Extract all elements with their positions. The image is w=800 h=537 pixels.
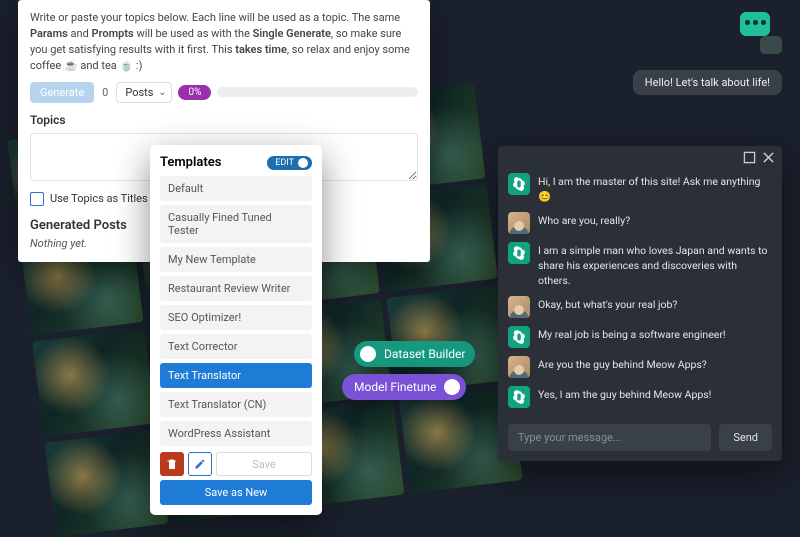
- pill-label: Model Finetune: [354, 380, 436, 394]
- templates-actions: Save: [160, 452, 312, 476]
- topics-heading: Topics: [30, 113, 418, 127]
- templates-list: Default Casually Fined Tuned Tester My New…: [160, 176, 312, 446]
- progress-bar: [217, 87, 418, 97]
- ai-avatar: [508, 386, 530, 408]
- user-avatar: [508, 296, 530, 318]
- message-text: Are you the guy behind Meow Apps?: [538, 356, 707, 373]
- message-text: Who are you, really?: [538, 212, 630, 229]
- expand-button[interactable]: [743, 151, 756, 164]
- dataset-builder-pill[interactable]: Dataset Builder: [354, 341, 475, 367]
- chevron-down-icon: ⌄: [158, 87, 166, 98]
- save-button[interactable]: Save: [216, 452, 312, 476]
- intro-segment: will be used as with the: [134, 27, 253, 40]
- edit-button[interactable]: [188, 452, 212, 476]
- send-button[interactable]: Send: [719, 424, 772, 451]
- bg-tile: [32, 328, 156, 437]
- percent-pill: 0%: [178, 85, 211, 100]
- template-item[interactable]: Default: [160, 176, 312, 201]
- model-finetune-pill[interactable]: Model Finetune: [342, 374, 466, 400]
- template-item[interactable]: Text Translator: [160, 363, 312, 388]
- checkbox-icon[interactable]: [30, 192, 44, 206]
- pencil-icon: [194, 458, 206, 470]
- posts-select-label: Posts: [125, 86, 153, 99]
- toggle-knob: [298, 158, 308, 168]
- template-item[interactable]: My New Template: [160, 247, 312, 272]
- message-text: I am a simple man who loves Japan and wa…: [538, 242, 772, 288]
- intro-bold-takes: takes time: [235, 43, 287, 56]
- close-icon: [762, 151, 775, 164]
- user-avatar: [508, 356, 530, 378]
- delete-button[interactable]: [160, 452, 184, 476]
- chat-input-row: Send: [498, 414, 782, 461]
- chat-input[interactable]: [508, 424, 711, 451]
- chat-message: My real job is being a software engineer…: [508, 326, 772, 348]
- use-topics-label: Use Topics as Titles: [50, 192, 148, 205]
- pill-dot: [444, 379, 460, 395]
- chat-panel: Hi, I am the master of this site! Ask me…: [498, 146, 782, 461]
- edit-toggle-label: EDIT: [275, 158, 294, 168]
- intro-segment: and: [68, 27, 92, 40]
- template-item[interactable]: SEO Optimizer!: [160, 305, 312, 330]
- trash-icon: [166, 458, 178, 470]
- chat-message: Hi, I am the master of this site! Ask me…: [508, 173, 772, 204]
- template-item[interactable]: Casually Fined Tuned Tester: [160, 205, 312, 243]
- openai-icon: [512, 390, 526, 404]
- template-item[interactable]: Text Corrector: [160, 334, 312, 359]
- chat-icon-back: [760, 36, 782, 54]
- count-label: 0: [100, 86, 110, 99]
- chat-icon-front: [740, 12, 770, 36]
- close-button[interactable]: [762, 151, 775, 164]
- generate-row: Generate 0 Posts ⌄ 0%: [30, 82, 418, 103]
- message-text: Yes, I am the guy behind Meow Apps!: [538, 386, 711, 403]
- intro-bold-prompts: Prompts: [92, 27, 134, 40]
- chat-message: Yes, I am the guy behind Meow Apps!: [508, 386, 772, 408]
- chat-icon[interactable]: [740, 12, 782, 54]
- message-text: Hi, I am the master of this site! Ask me…: [538, 173, 772, 204]
- message-text: My real job is being a software engineer…: [538, 326, 726, 343]
- intro-bold-single: Single Generate: [253, 27, 331, 40]
- ai-avatar: [508, 173, 530, 195]
- ai-avatar: [508, 242, 530, 264]
- intro-segment: Write or paste your topics below. Each l…: [30, 11, 400, 24]
- templates-heading: Templates: [160, 155, 221, 170]
- pill-label: Dataset Builder: [384, 347, 465, 361]
- openai-icon: [512, 330, 526, 344]
- user-avatar: [508, 212, 530, 234]
- template-item[interactable]: WordPress Assistant: [160, 421, 312, 446]
- edit-toggle[interactable]: EDIT: [267, 156, 312, 170]
- openai-icon: [512, 246, 526, 260]
- openai-icon: [512, 177, 526, 191]
- pill-dot: [360, 346, 376, 362]
- intro-bold-params: Params: [30, 27, 68, 40]
- generate-button[interactable]: Generate: [30, 82, 94, 103]
- template-item[interactable]: Restaurant Review Writer: [160, 276, 312, 301]
- ai-avatar: [508, 326, 530, 348]
- message-text: Okay, but what's your real job?: [538, 296, 677, 313]
- chat-message: I am a simple man who loves Japan and wa…: [508, 242, 772, 288]
- chat-window-controls: [498, 146, 782, 169]
- chat-messages: Hi, I am the master of this site! Ask me…: [498, 169, 782, 408]
- save-as-new-button[interactable]: Save as New: [160, 480, 312, 505]
- templates-panel: Templates EDIT Default Casually Fined Tun…: [150, 145, 322, 515]
- chat-message: Are you the guy behind Meow Apps?: [508, 356, 772, 378]
- chat-message: Okay, but what's your real job?: [508, 296, 772, 318]
- intro-text: Write or paste your topics below. Each l…: [30, 10, 418, 74]
- hello-bubble: Hello! Let's talk about life!: [633, 70, 782, 95]
- chat-message: Who are you, really?: [508, 212, 772, 234]
- expand-icon: [743, 151, 756, 164]
- template-item[interactable]: Text Translator (CN): [160, 392, 312, 417]
- posts-select[interactable]: Posts ⌄: [116, 82, 172, 103]
- templates-header: Templates EDIT: [160, 155, 312, 170]
